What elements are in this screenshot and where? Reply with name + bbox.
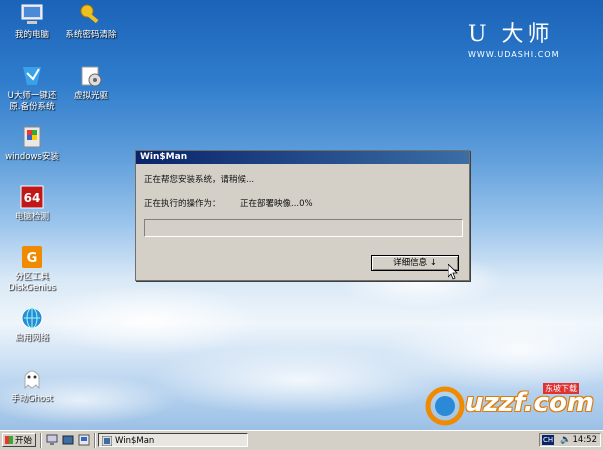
desktop-icon-my-computer[interactable]: 我的电脑 [0,2,64,41]
uzzf-watermark: uzzf.com 东坡下载 [425,382,600,428]
desktop-icon-label: 电脑检测 [14,212,49,222]
desktop-icon-label: windows安装 [5,152,59,162]
benchmark-icon: 64 [19,184,45,210]
desktop-icon-diskgenius[interactable]: G 分区工具 DiskGenius [0,244,64,294]
svg-text:64: 64 [24,191,41,205]
start-button[interactable]: 开始 [2,433,36,447]
svg-text:G: G [27,251,38,266]
brand-logo-text: U 大师 [468,22,554,47]
mouse-cursor-icon [448,264,458,280]
volume-icon[interactable]: 🔈 [560,435,571,445]
desktop-icon-label: 系统密码清除 [65,30,117,40]
network-icon [19,305,45,331]
virtual-drive-icon [78,63,104,89]
desktop-icon-restore-backup[interactable]: U大师一键还 原.备份系统 [0,63,64,113]
desktop-icon-virtual-drive[interactable]: 虚拟光驱 [59,63,123,102]
dialog-title[interactable]: Win$Man [136,151,469,164]
taskbar-button-winsman[interactable]: Win$Man [98,433,248,447]
desktop-icon-password-clear[interactable]: 系统密码清除 [59,2,123,41]
system-tray: CH 🔈 14:52 [539,433,601,447]
winsman-dialog: Win$Man 正在帮您安装系统，请稍候... 正在执行的操作为： 正在部署映像… [135,150,470,281]
udashi-brand-logo: U 大师 WWW.UDASHI.COM [468,16,559,59]
winsman-app-icon [102,436,112,446]
key-icon [78,2,104,28]
clock[interactable]: 14:52 [573,434,598,446]
quicklaunch-app-icon[interactable] [78,434,90,446]
desktop-icon-label: 分区工具 DiskGenius [8,272,56,293]
operation-value: 正在部署映像...0% [240,199,313,209]
taskbar: 开始 Win$Man CH 🔈 14:52 [0,430,603,450]
uzzf-logo-icon [425,386,465,426]
ghost-icon [19,366,45,392]
desktop-icon-enable-network[interactable]: 启用网络 [0,305,64,344]
desktop-icon-benchmark[interactable]: 64 电脑检测 [0,184,64,223]
computer-icon [19,2,45,28]
taskbar-separator [40,433,42,448]
desktop-icon-label: U大师一键还 原.备份系统 [7,91,57,112]
start-label: 开始 [15,436,33,446]
desktop-icon-manual-ghost[interactable]: 手动Ghost [0,366,64,405]
install-progress-bar [144,219,463,237]
windows-logo-icon [5,436,13,444]
quicklaunch-computer-icon[interactable] [46,434,58,446]
taskbar-button-label: Win$Man [115,436,155,446]
diskgenius-icon: G [19,244,45,270]
language-indicator[interactable]: CH [542,435,555,445]
desktop-icon-label: 启用网络 [14,333,49,343]
install-status-text: 正在帮您安装系统，请稍候... [144,175,255,185]
operation-label: 正在执行的操作为： [144,199,221,209]
restore-icon [19,63,45,89]
desktop-icon-windows-setup[interactable]: windows安装 [0,124,64,163]
windows-setup-icon [19,124,45,150]
desktop-icon-label: 手动Ghost [11,394,53,404]
taskbar-separator [94,433,96,448]
desktop-icon-label: 虚拟光驱 [73,91,108,101]
quicklaunch-desktop-icon[interactable] [62,434,74,446]
watermark-tag: 东坡下载 [543,383,579,394]
desktop-icon-label: 我的电脑 [14,30,49,40]
details-button[interactable]: 详细信息 ↓ [371,255,459,271]
brand-url: WWW.UDASHI.COM [468,50,560,59]
